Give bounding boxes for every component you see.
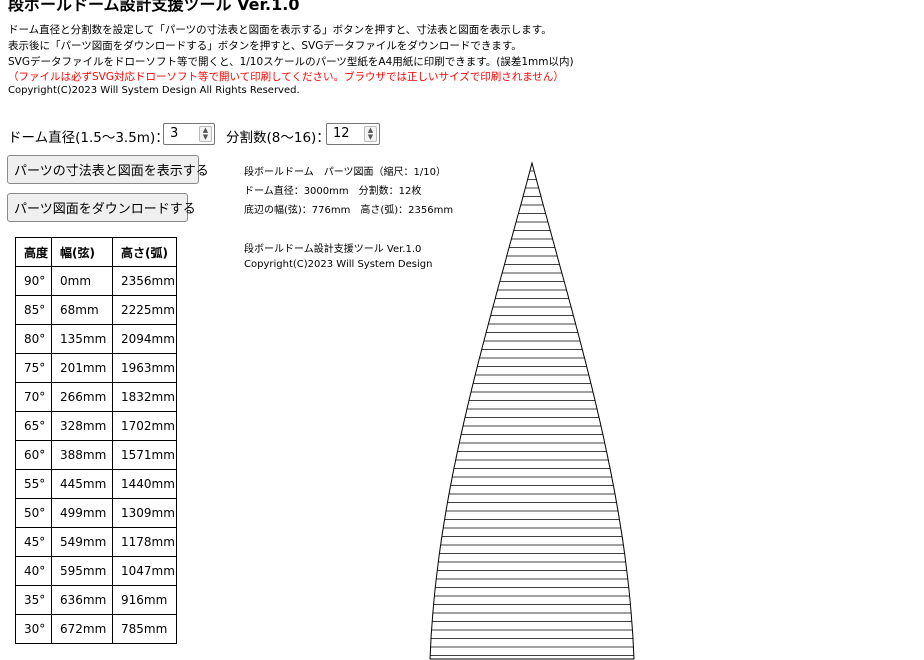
altitude-cell: 50° bbox=[15, 498, 52, 528]
altitude-cell: 70° bbox=[15, 382, 52, 412]
drawing-info-scale: 段ボールドーム パーツ図面（縮尺：1/10） bbox=[244, 167, 446, 178]
width-cell: 135mm bbox=[51, 324, 113, 354]
table-row: 45° 549mm 1178mm bbox=[15, 527, 177, 557]
width-cell: 445mm bbox=[51, 469, 113, 499]
width-cell: 636mm bbox=[51, 585, 113, 615]
divisions-spinner[interactable]: ▲ ▼ bbox=[364, 126, 377, 142]
width-cell: 549mm bbox=[51, 527, 113, 557]
altitude-cell: 85° bbox=[15, 295, 52, 325]
show-parts-button[interactable]: パーツの寸法表と図面を表示する bbox=[7, 155, 209, 184]
height-cell: 2094mm bbox=[112, 324, 177, 354]
width-cell: 0mm bbox=[51, 266, 113, 296]
intro-line-1: ドーム直径と分割数を設定して「パーツの寸法表と図面を表示する」ボタンを押すと、寸… bbox=[8, 24, 552, 36]
height-cell: 1178mm bbox=[112, 527, 177, 557]
drawing-info-diameter: ドーム直径：3000mm 分割数：12枚 bbox=[244, 186, 422, 197]
divisions-value: 12 bbox=[333, 126, 350, 141]
table-row: 35° 636mm 916mm bbox=[15, 585, 177, 615]
height-cell: 1963mm bbox=[112, 353, 177, 383]
height-cell: 785mm bbox=[112, 614, 177, 644]
table-body: 90° 0mm 2356mm 85° 68mm 2225mm 80° 135mm 2094mm 7… bbox=[15, 266, 177, 644]
altitude-cell: 65° bbox=[15, 411, 52, 441]
diameter-label: ドーム直径(1.5〜3.5m)： bbox=[8, 130, 169, 146]
table-row: 85° 68mm 2225mm bbox=[15, 295, 177, 325]
table-row: 70° 266mm 1832mm bbox=[15, 382, 177, 412]
table-row: 30° 672mm 785mm bbox=[15, 614, 177, 644]
copyright-text: Copyright(C)2023 Will System Design All … bbox=[8, 85, 300, 96]
header-height: 高さ(弧) bbox=[112, 237, 177, 267]
altitude-cell: 75° bbox=[15, 353, 52, 383]
altitude-cell: 40° bbox=[15, 556, 52, 586]
altitude-cell: 30° bbox=[15, 614, 52, 644]
table-row: 40° 595mm 1047mm bbox=[15, 556, 177, 586]
width-cell: 328mm bbox=[51, 411, 113, 441]
diameter-input[interactable]: 3 ▲ ▼ bbox=[163, 123, 215, 145]
intro-line-3: SVGデータファイルをドローソフト等で開くと、1/10スケールのパーツ型紙をA4… bbox=[8, 56, 574, 68]
intro-line-2: 表示後に「パーツ図面をダウンロードする」ボタンを押すと、SVGデータファイルをダ… bbox=[8, 40, 522, 52]
header-altitude: 高度 bbox=[15, 237, 52, 267]
table-row: 80° 135mm 2094mm bbox=[15, 324, 177, 354]
table-row: 90° 0mm 2356mm bbox=[15, 266, 177, 296]
print-warning: （ファイルは必ずSVG対応ドローソフト等で開いて印刷してください。ブラウザでは正… bbox=[8, 71, 564, 83]
altitude-cell: 55° bbox=[15, 469, 52, 499]
height-cell: 1440mm bbox=[112, 469, 177, 499]
width-cell: 201mm bbox=[51, 353, 113, 383]
spin-down-icon: ▼ bbox=[367, 133, 374, 141]
table-row: 65° 328mm 1702mm bbox=[15, 411, 177, 441]
width-cell: 672mm bbox=[51, 614, 113, 644]
drawing-info-tool: 段ボールドーム設計支援ツール Ver.1.0 bbox=[244, 244, 422, 255]
width-cell: 499mm bbox=[51, 498, 113, 528]
height-cell: 1047mm bbox=[112, 556, 177, 586]
height-cell: 1702mm bbox=[112, 411, 177, 441]
height-cell: 1309mm bbox=[112, 498, 177, 528]
altitude-cell: 45° bbox=[15, 527, 52, 557]
altitude-cell: 60° bbox=[15, 440, 52, 470]
download-parts-button[interactable]: パーツ図面をダウンロードする bbox=[7, 193, 196, 222]
diameter-value: 3 bbox=[170, 126, 179, 141]
height-cell: 1832mm bbox=[112, 382, 177, 412]
altitude-cell: 90° bbox=[15, 266, 52, 296]
part-outline bbox=[429, 161, 635, 660]
height-cell: 2225mm bbox=[112, 295, 177, 325]
table-row: 60° 388mm 1571mm bbox=[15, 440, 177, 470]
table-header-row: 高度 幅(弦) 高さ(弧) bbox=[15, 237, 177, 267]
height-cell: 2356mm bbox=[112, 266, 177, 296]
divisions-input[interactable]: 12 ▲ ▼ bbox=[326, 123, 380, 145]
part-template-diagram bbox=[429, 161, 635, 660]
width-cell: 595mm bbox=[51, 556, 113, 586]
height-cell: 1571mm bbox=[112, 440, 177, 470]
table-row: 50° 499mm 1309mm bbox=[15, 498, 177, 528]
width-cell: 266mm bbox=[51, 382, 113, 412]
altitude-cell: 35° bbox=[15, 585, 52, 615]
width-cell: 388mm bbox=[51, 440, 113, 470]
spin-down-icon: ▼ bbox=[202, 133, 209, 141]
header-width: 幅(弦) bbox=[51, 237, 113, 267]
height-cell: 916mm bbox=[112, 585, 177, 615]
page-title: 段ボールドーム設計支援ツール Ver.1.0 bbox=[8, 0, 300, 14]
table-row: 55° 445mm 1440mm bbox=[15, 469, 177, 499]
drawing-info-copyright: Copyright(C)2023 Will System Design bbox=[244, 259, 433, 270]
width-cell: 68mm bbox=[51, 295, 113, 325]
altitude-cell: 80° bbox=[15, 324, 52, 354]
divisions-label: 分割数(8〜16)： bbox=[226, 130, 330, 146]
table-row: 75° 201mm 1963mm bbox=[15, 353, 177, 383]
dimension-table: 高度 幅(弦) 高さ(弧) 90° 0mm 2356mm 85° 68mm 2225mm 8… bbox=[15, 237, 177, 644]
diameter-spinner[interactable]: ▲ ▼ bbox=[199, 126, 212, 142]
